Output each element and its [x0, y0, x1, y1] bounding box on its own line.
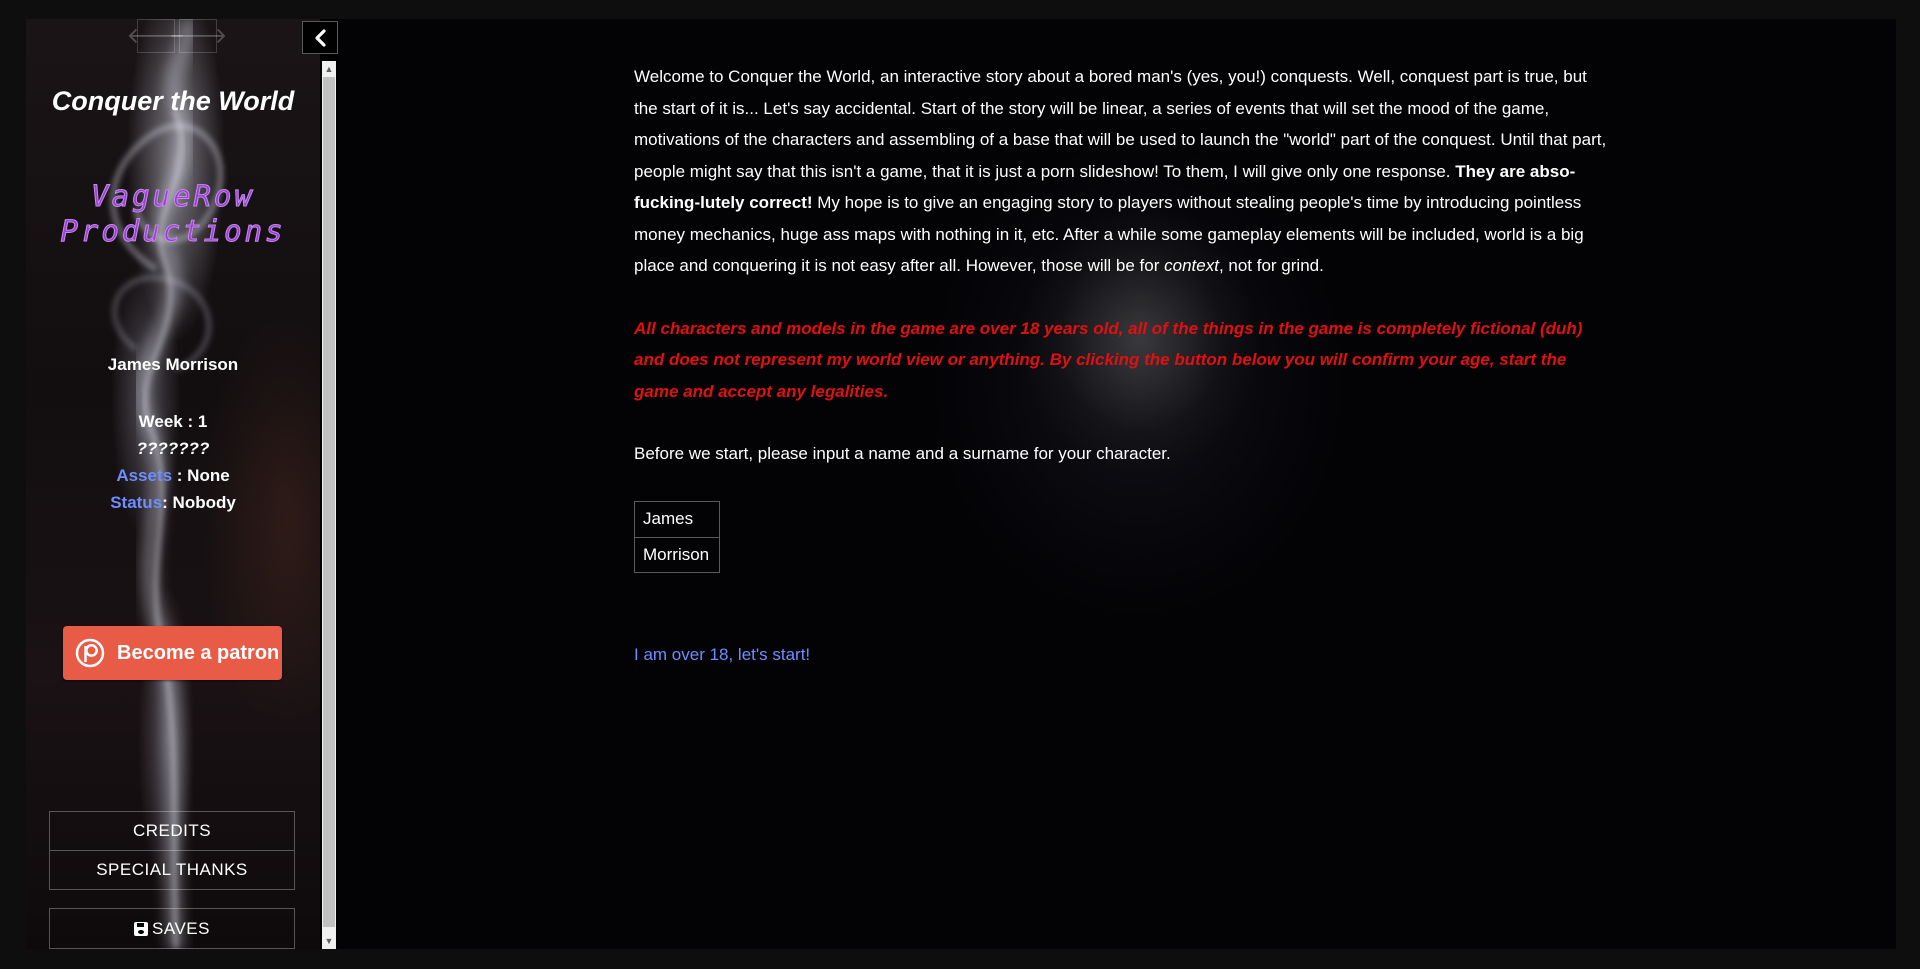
game-window: 🡐 🡒 Conquer the World VagueRow Productio…: [26, 19, 1896, 949]
floppy-disk-icon: [134, 921, 149, 936]
start-game-link[interactable]: I am over 18, let's start!: [634, 639, 1614, 671]
player-stats: Week : 1 ??????? Assets : None Status: N…: [26, 408, 320, 516]
patron-label: Become a patron: [117, 641, 280, 664]
sidebar-menu: CREDITS SPECIAL THANKS: [49, 811, 295, 890]
intro-text-end: , not for grind.: [1218, 256, 1324, 275]
name-prompt: Before we start, please input a name and…: [634, 444, 1171, 463]
scroll-up-icon[interactable]: ▲: [322, 62, 336, 76]
history-nav: 🡐 🡒: [127, 19, 228, 53]
intro-paragraph: Welcome to Conquer the World, an interac…: [634, 61, 1614, 282]
saves-label: SAVES: [152, 918, 210, 938]
story-panel: Welcome to Conquer the World, an interac…: [338, 19, 1896, 949]
scroll-down-icon[interactable]: ▼: [322, 934, 336, 948]
story-title: Conquer the World: [51, 86, 295, 116]
name-inputs: [634, 500, 720, 573]
credits-button[interactable]: CREDITS: [50, 812, 294, 850]
forward-arrow-icon[interactable]: 🡒: [169, 19, 228, 53]
intro-italic: context: [1164, 256, 1219, 275]
status-label[interactable]: Status: [110, 493, 162, 512]
status-row: Status: Nobody: [26, 489, 320, 516]
studio-logo: VagueRow Productions: [26, 179, 320, 249]
sidebar-scrollbar[interactable]: ▲ ▼: [322, 61, 336, 949]
assets-label[interactable]: Assets: [116, 466, 172, 485]
become-patron-button[interactable]: Become a patron: [63, 626, 282, 680]
patreon-icon: [75, 638, 105, 668]
age-warning: All characters and models in the game ar…: [634, 318, 1583, 401]
studio-logo-line2: Productions: [60, 214, 286, 249]
saves-menu: SAVES: [49, 908, 295, 949]
assets-value: : None: [172, 466, 230, 485]
studio-logo-line1: VagueRow: [91, 179, 255, 214]
chevron-left-icon: [315, 28, 326, 47]
passage: Welcome to Conquer the World, an interac…: [634, 61, 1614, 670]
player-name: James Morrison: [107, 355, 239, 374]
scrollbar-thumb[interactable]: [323, 77, 335, 927]
sidebar-toggle-button[interactable]: [302, 21, 338, 54]
day-unknown: ???????: [136, 439, 210, 458]
special-thanks-button[interactable]: SPECIAL THANKS: [50, 850, 294, 889]
sidebar: 🡐 🡒 Conquer the World VagueRow Productio…: [26, 19, 320, 949]
first-name-input[interactable]: [635, 501, 719, 537]
assets-row: Assets : None: [26, 462, 320, 489]
week-counter: Week : 1: [138, 412, 208, 431]
last-name-input[interactable]: [635, 536, 719, 572]
status-value: : Nobody: [162, 493, 236, 512]
saves-button[interactable]: SAVES: [50, 909, 294, 948]
